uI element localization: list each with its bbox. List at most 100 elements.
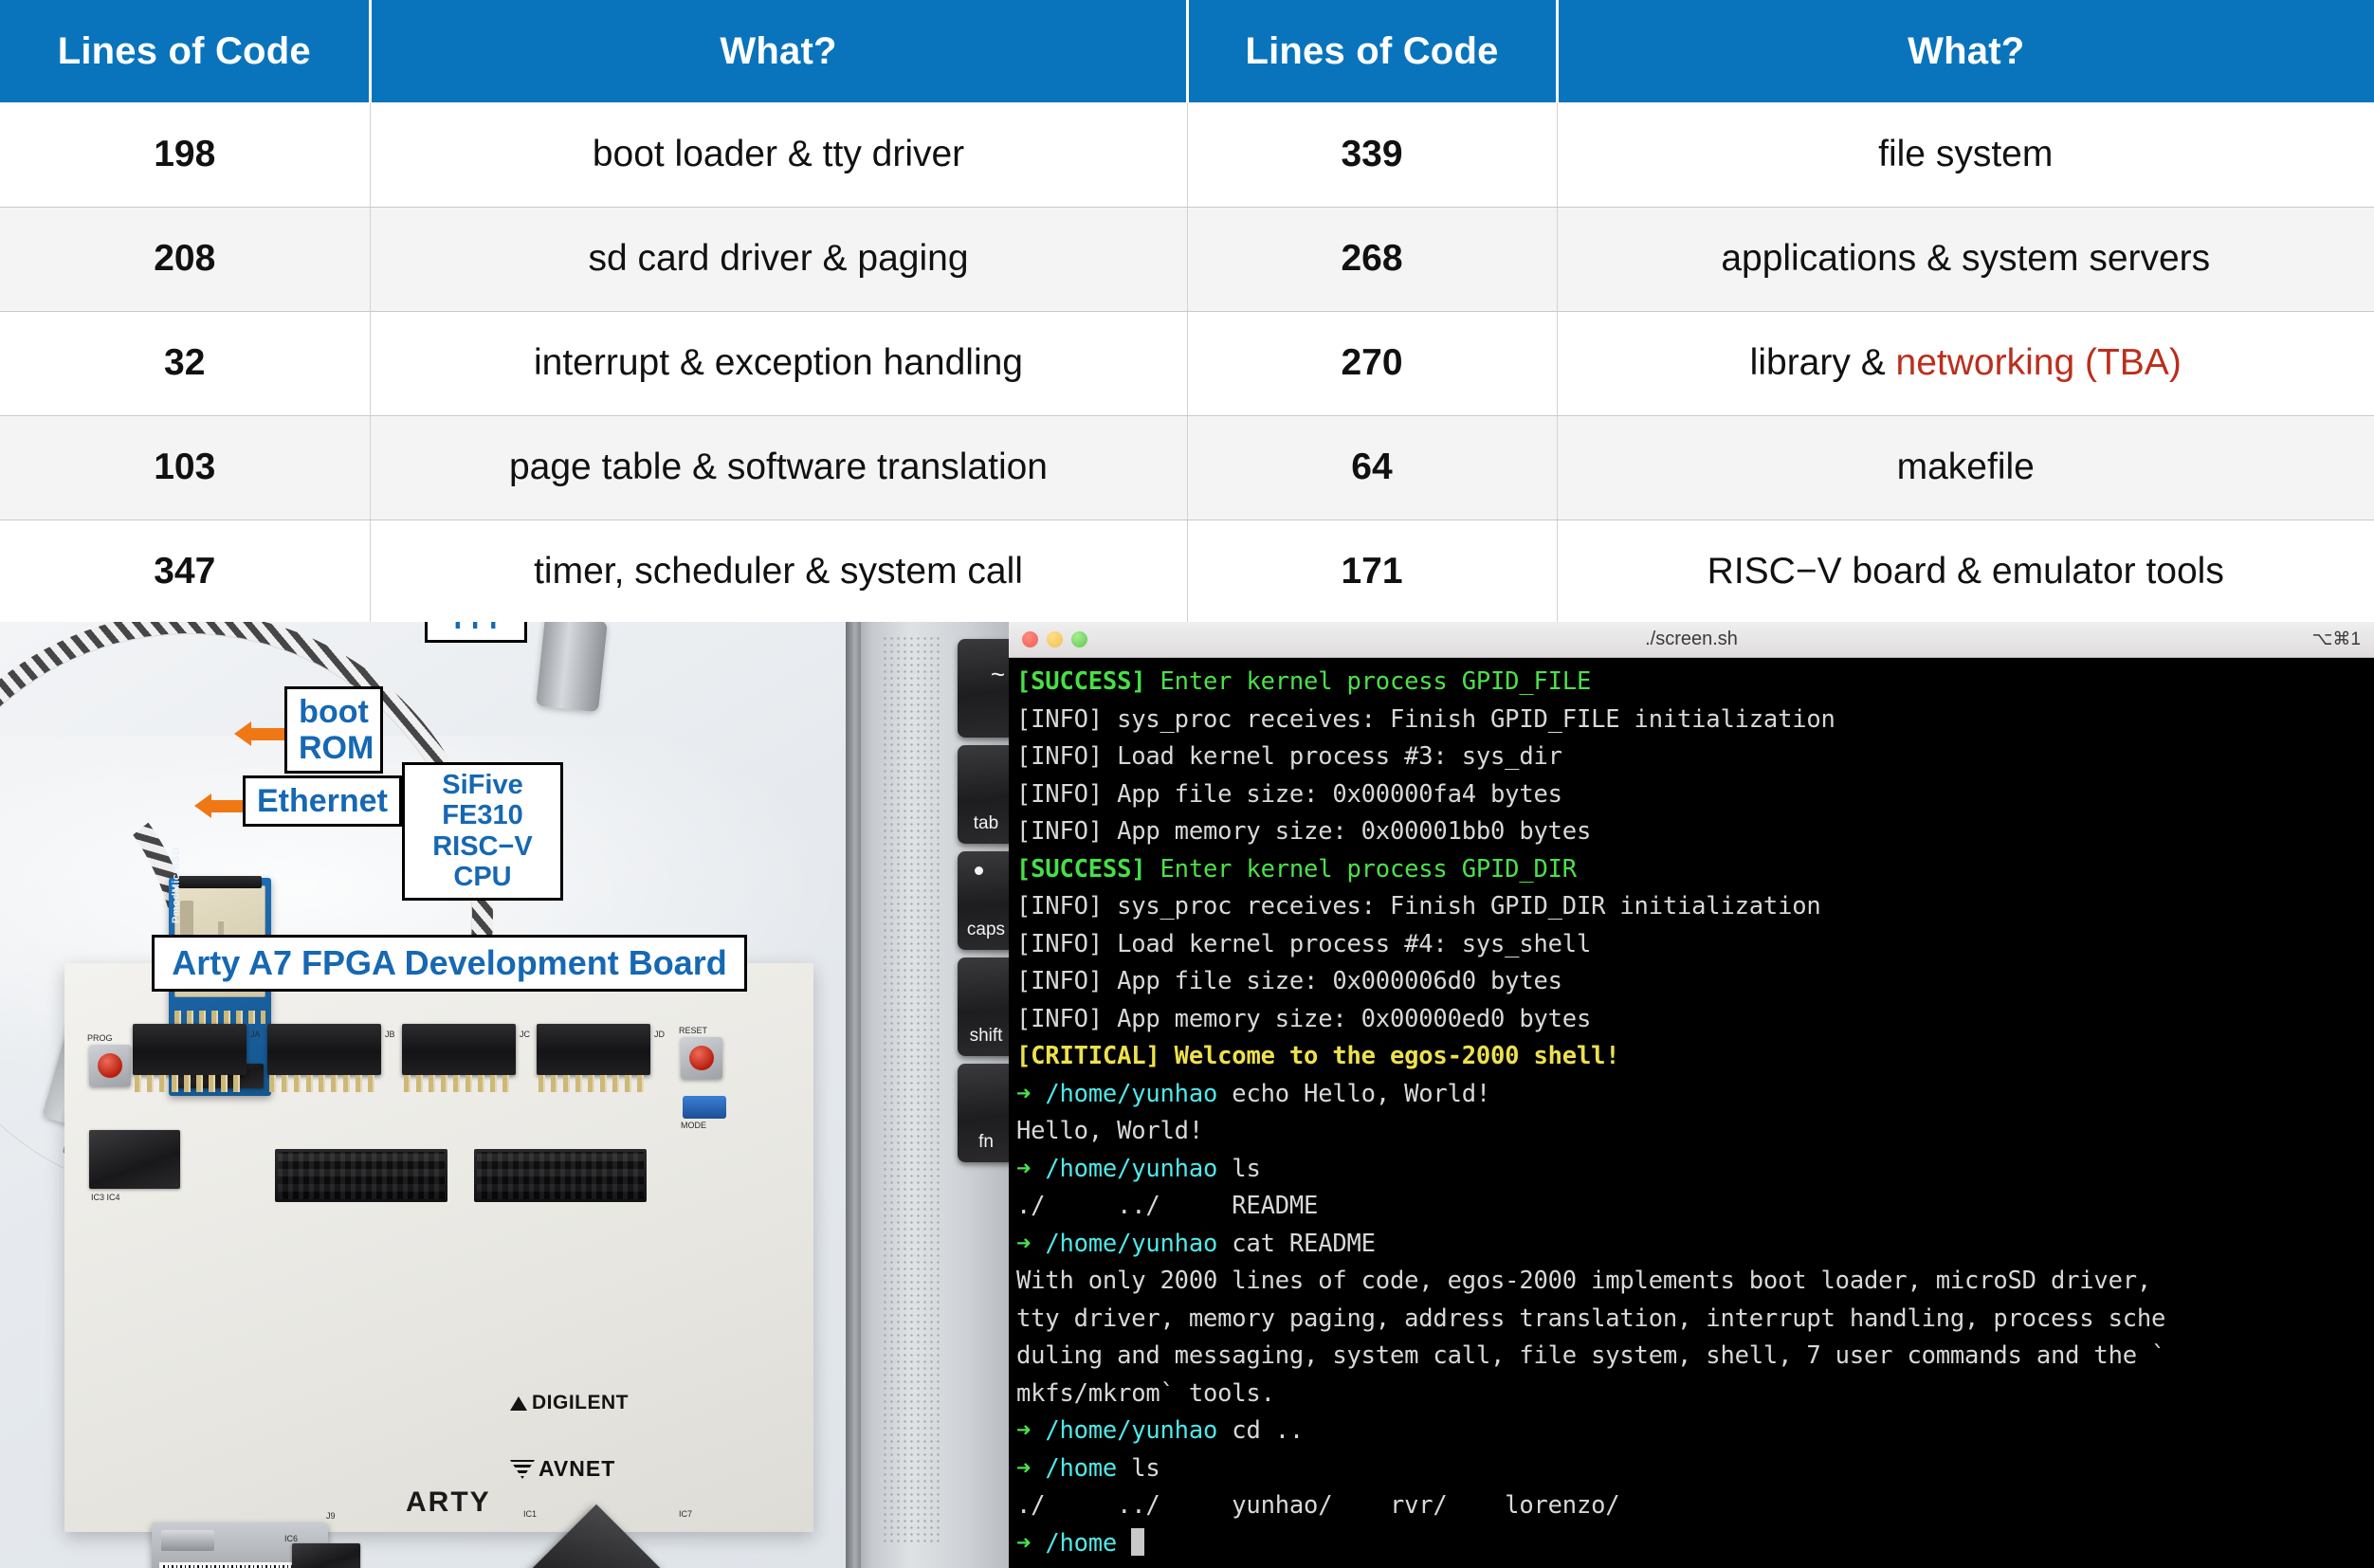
terminal-line: ➜ /home/yunhao cd .. [1016, 1413, 2374, 1450]
terminal-title: ./screen.sh [1645, 629, 1738, 649]
cell-what-accent: networking (TBA) [1895, 342, 2182, 383]
gpio-header-lower[interactable] [474, 1149, 647, 1202]
arrow-boot-rom [234, 721, 284, 746]
silk-ic6: IC6 [284, 1534, 299, 1543]
gpio-header-upper[interactable] [275, 1149, 447, 1202]
terminal-line: [CRITICAL] Welcome to the egos-2000 shel… [1016, 1038, 2374, 1076]
prompt-command: cd .. [1217, 1416, 1305, 1445]
prog-button[interactable] [89, 1045, 131, 1086]
key-tab[interactable]: tab [958, 745, 1014, 844]
log-text: Enter kernel process GPID_DIR [1145, 854, 1578, 884]
silk-jd: JD [654, 1030, 665, 1039]
prompt-arrow-icon: ➜ [1016, 1453, 1046, 1483]
key-shift-label: shift [969, 1026, 1003, 1046]
col-header-lines-of-code-right: Lines of Code [1187, 0, 1559, 102]
pmod-header-jc[interactable] [402, 1024, 516, 1075]
terminal-line: [INFO] sys_proc receives: Finish GPID_FI… [1016, 704, 1835, 734]
arrow-ethernet [194, 793, 243, 818]
screenshot-root: Lines of Code What? Lines of Code What? … [0, 0, 2374, 1568]
key-caps[interactable]: caps [958, 851, 1014, 950]
prompt-arrow-icon: ➜ [1016, 1528, 1046, 1558]
key-shift[interactable]: shift [958, 957, 1014, 1056]
cell-loc: 339 [1187, 102, 1558, 208]
cell-loc: 347 [0, 520, 371, 625]
log-tag-success: [SUCCESS] [1016, 854, 1146, 884]
reset-button[interactable] [681, 1037, 722, 1079]
usb-c-connector-top [536, 622, 608, 713]
pmod-header-ja[interactable] [133, 1024, 247, 1075]
terminal-output[interactable]: [SUCCESS] Enter kernel process GPID_FILE… [1009, 658, 2374, 1562]
pmod-jd-pins [539, 1075, 648, 1092]
pmod-header-jd[interactable] [537, 1024, 650, 1075]
key-caps-label: caps [966, 920, 1006, 939]
cell-what: interrupt & exception handling [370, 311, 1188, 416]
table-row: 32 interrupt & exception handling 270 li… [0, 311, 2374, 416]
col-header-what-right: What? [1557, 0, 2374, 102]
avnet-bars-icon [510, 1460, 535, 1479]
digilent-wordmark: DIGILENT [532, 1392, 629, 1413]
key-tilde[interactable]: ~ [958, 639, 1014, 738]
terminal-window: ./screen.sh ⌥⌘1 [SUCCESS] Enter kernel p… [1009, 622, 2374, 1568]
terminal-title-bar: ./screen.sh ⌥⌘1 [1009, 622, 2374, 658]
terminal-line: [INFO] App memory size: 0x00001bb0 bytes [1016, 817, 1592, 846]
cell-what: page table & software translation [370, 415, 1188, 520]
terminal-line: Hello, World! [1016, 1117, 1203, 1145]
avnet-logo: AVNET [510, 1456, 615, 1482]
terminal-line: [INFO] Load kernel process #4: sys_shell [1016, 929, 1592, 958]
keyboard-keys: ~ tab caps shift fn [958, 622, 1014, 1568]
prompt-arrow-icon: ➜ [1016, 1229, 1046, 1258]
terminal-line: ./ ../ README [1016, 1192, 1319, 1220]
ethernet-clip-top [161, 1530, 214, 1551]
cell-loc: 64 [1187, 415, 1558, 520]
pmod-microsd-silkscreen: PmodMicroSD [171, 847, 182, 923]
cell-loc: 208 [0, 207, 371, 312]
terminal-line: tty driver, memory paging, address trans… [1016, 1304, 2166, 1333]
prompt-arrow-icon: ➜ [1016, 1079, 1046, 1108]
cell-what: file system [1557, 102, 2374, 208]
arty-a7-pcb: PmodMicroSD PROG JA JB JC JD RESET MODE … [64, 847, 813, 1568]
prompt-arrow-icon: ➜ [1016, 1416, 1046, 1445]
log-tag-critical: [CRITICAL] [1016, 1042, 1160, 1070]
key-tab-label: tab [973, 813, 999, 833]
terminal-line: With only 2000 lines of code, egos-2000 … [1016, 1267, 2152, 1295]
terminal-line: ➜ /home/yunhao echo Hello, World! [1016, 1076, 2374, 1114]
key-fn[interactable]: fn [958, 1064, 1014, 1162]
cell-what: applications & system servers [1557, 207, 2374, 312]
callout-ethernet: Ethernet [243, 775, 402, 828]
terminal-line: ➜ /home ls [1016, 1450, 2374, 1488]
fpga-board-photo: PmodMicroSD PROG JA JB JC JD RESET MODE … [0, 622, 846, 1568]
ic6-chip [292, 1543, 360, 1568]
silk-jc: JC [520, 1030, 530, 1039]
digilent-logo: DIGILENT [510, 1392, 629, 1414]
terminal-line: ./ ../ yunhao/ rvr/ lorenzo/ [1016, 1491, 1620, 1520]
prompt-path: /home/yunhao [1045, 1416, 1218, 1445]
pmod-jc-pins [404, 1075, 514, 1092]
prompt-path: /home [1045, 1528, 1118, 1558]
table-row: 347 timer, scheduler & system call 171 R… [0, 520, 2374, 625]
table-row: 103 page table & software translation 64… [0, 415, 2374, 520]
prompt-path: /home/yunhao [1045, 1154, 1218, 1183]
prompt-arrow-icon: ➜ [1016, 1154, 1046, 1183]
cell-loc: 32 [0, 311, 371, 416]
avnet-wordmark: AVNET [539, 1456, 616, 1481]
cell-what: sd card driver & paging [370, 207, 1188, 312]
key-tilde-label: ~ [990, 660, 1005, 688]
reset-silkscreen: RESET [679, 1026, 708, 1035]
mode-jumper[interactable] [683, 1096, 726, 1119]
silk-jb: JB [385, 1030, 395, 1039]
macbook-body: ~ tab caps shift fn [846, 622, 1014, 1568]
terminal-line: [SUCCESS] Enter kernel process GPID_DIR [1016, 851, 2374, 889]
prompt-command [1117, 1529, 1131, 1558]
log-tag-success: [SUCCESS] [1016, 667, 1146, 696]
terminal-shortcut-hint: ⌥⌘1 [2311, 629, 2361, 649]
cell-what-prefix: library & [1749, 342, 1896, 383]
cell-what: timer, scheduler & system call [370, 520, 1188, 625]
terminal-line: [INFO] sys_proc receives: Finish GPID_DI… [1016, 892, 1821, 921]
pmod-header-jb[interactable] [267, 1024, 381, 1075]
speaker-grille [882, 635, 942, 1545]
laptop-hinge [846, 622, 861, 1568]
cell-loc: 268 [1187, 207, 1558, 312]
silk-j9: J9 [326, 1511, 336, 1521]
callout-board-caption: Arty A7 FPGA Development Board [152, 935, 747, 993]
pmod-jb-pins [269, 1075, 379, 1092]
